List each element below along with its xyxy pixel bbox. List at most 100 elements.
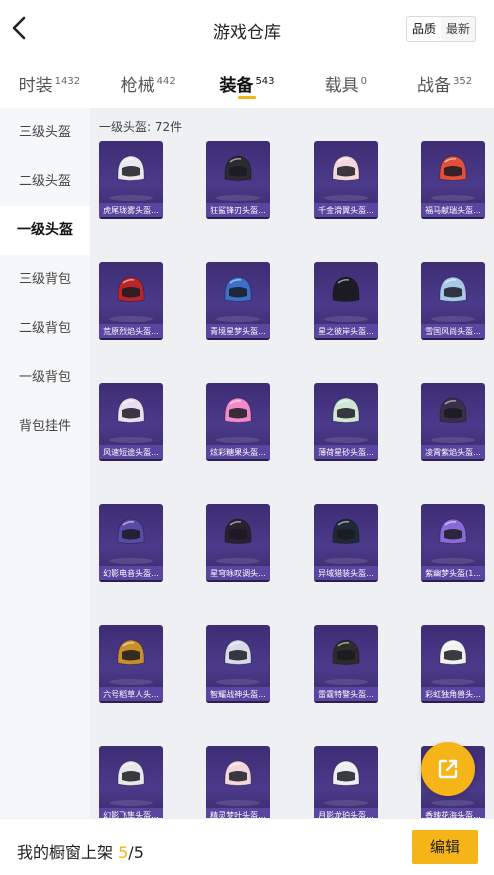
sidebar-item-2[interactable]: 一级头盔 — [0, 206, 90, 255]
display-stand — [109, 316, 153, 322]
helmet-icon — [439, 518, 467, 544]
helmet-icon — [224, 155, 252, 181]
helmet-name: 月影龙珀头盔... — [314, 808, 378, 818]
showcase-label: 我的橱窗上架 — [17, 843, 114, 862]
display-stand — [324, 800, 368, 806]
helmet-icon — [117, 760, 145, 786]
display-stand — [431, 195, 475, 201]
display-stand — [216, 679, 260, 685]
helmet-icon — [332, 639, 360, 665]
helmet-name: 幻影飞隼头盔... — [99, 808, 163, 818]
card-shade — [314, 338, 378, 340]
card-shade — [99, 701, 163, 703]
display-stand — [431, 437, 475, 443]
helmet-card[interactable]: 异域猎装头盔... — [314, 504, 378, 582]
helmet-card[interactable]: 福马献瑞头盔... — [421, 141, 485, 219]
helmet-card[interactable]: 精灵梦叶头盔... — [206, 746, 270, 818]
display-stand — [216, 800, 260, 806]
category-tabs: 时装 1432 枪械 442 装备 543 载具 0 战备 352 — [0, 58, 494, 108]
footer-bar: 我的橱窗上架 5/5 编辑 — [0, 818, 494, 875]
helmet-icon — [224, 397, 252, 423]
helmet-card[interactable]: 青境星梦头盔... — [206, 262, 270, 340]
helmet-card[interactable]: 紫幽梦头盔(1... — [421, 504, 485, 582]
card-shade — [206, 701, 270, 703]
helmet-icon — [117, 518, 145, 544]
helmet-card[interactable]: 风速短途头盔... — [99, 383, 163, 461]
helmet-icon — [117, 276, 145, 302]
tab-2[interactable]: 装备 543 — [198, 58, 297, 108]
helmet-card[interactable]: 狂鲨锋刃头盔... — [206, 141, 270, 219]
helmet-card[interactable]: 雷霆特警头盔... — [314, 625, 378, 703]
display-stand — [109, 800, 153, 806]
card-shade — [421, 459, 485, 461]
tab-count: 352 — [453, 76, 473, 88]
tab-0[interactable]: 时装 1432 — [0, 58, 99, 108]
sidebar-item-6[interactable]: 背包挂件 — [0, 402, 90, 451]
display-stand — [324, 316, 368, 322]
display-stand — [109, 195, 153, 201]
helmet-card[interactable]: 幻影电音头盔... — [99, 504, 163, 582]
card-shade — [421, 217, 485, 219]
helmet-icon — [332, 760, 360, 786]
helmet-icon — [439, 155, 467, 181]
helmet-card[interactable]: 炫彩糖果头盔... — [206, 383, 270, 461]
display-stand — [324, 195, 368, 201]
display-stand — [109, 558, 153, 564]
sort-option-newest[interactable]: 最新 — [441, 17, 475, 41]
tab-3[interactable]: 载具 0 — [296, 58, 395, 108]
tab-label: 载具 — [324, 76, 359, 96]
display-stand — [431, 679, 475, 685]
share-fab-button[interactable] — [421, 742, 475, 796]
helmet-icon — [224, 639, 252, 665]
tab-count: 0 — [360, 76, 367, 88]
helmet-icon — [439, 639, 467, 665]
tab-active-indicator — [237, 96, 256, 99]
edit-button[interactable]: 编辑 — [412, 830, 478, 864]
helmet-icon — [117, 155, 145, 181]
sort-toggle: 品质 最新 — [405, 16, 476, 42]
sidebar-item-1[interactable]: 二级头盔 — [0, 157, 90, 206]
helmet-card[interactable]: 凌霄紫焰头盔... — [421, 383, 485, 461]
helmet-name: 精灵梦叶头盔... — [206, 808, 270, 818]
helmet-icon — [332, 276, 360, 302]
tab-count: 1432 — [54, 76, 81, 88]
card-shade — [314, 217, 378, 219]
helmet-card[interactable]: 六号稻草人头... — [99, 625, 163, 703]
display-stand — [109, 679, 153, 685]
helmet-card[interactable]: 月影龙珀头盔... — [314, 746, 378, 818]
tab-1[interactable]: 枪械 442 — [99, 58, 198, 108]
sidebar-item-3[interactable]: 三级背包 — [0, 255, 90, 304]
showcase-total: /5 — [128, 843, 144, 862]
helmet-card[interactable]: 彩虹独角兽头... — [421, 625, 485, 703]
display-stand — [216, 195, 260, 201]
sort-option-quality[interactable]: 品质 — [406, 17, 441, 41]
sidebar-item-5[interactable]: 一级背包 — [0, 353, 90, 402]
card-shade — [314, 580, 378, 582]
helmet-card[interactable]: 星穹咏叹调头... — [206, 504, 270, 582]
card-shade — [314, 459, 378, 461]
card-shade — [421, 580, 485, 582]
helmet-card[interactable]: 幻影飞隼头盔... — [99, 746, 163, 818]
display-stand — [109, 437, 153, 443]
tab-4[interactable]: 战备 352 — [395, 58, 494, 108]
display-stand — [324, 679, 368, 685]
display-stand — [216, 558, 260, 564]
helmet-card[interactable]: 星之彼岸头盔... — [314, 262, 378, 340]
helmet-card[interactable]: 千金滑翼头盔... — [314, 141, 378, 219]
showcase-count: 5 — [118, 843, 129, 862]
sidebar-item-0[interactable]: 三级头盔 — [0, 108, 90, 157]
helmet-card[interactable]: 薄荷星砂头盔... — [314, 383, 378, 461]
sidebar-item-4[interactable]: 二级背包 — [0, 304, 90, 353]
card-shade — [206, 580, 270, 582]
helmet-card[interactable]: 雪国风尚头盔... — [421, 262, 485, 340]
helmet-card[interactable]: 荒原烈焰头盔... — [99, 262, 163, 340]
helmet-card[interactable]: 虎尾珑雾头盔... — [99, 141, 163, 219]
helmet-card[interactable]: 智耀战神头盔... — [206, 625, 270, 703]
helmet-icon — [332, 397, 360, 423]
showcase-status: 我的橱窗上架 5/5 — [17, 839, 144, 863]
card-shade — [421, 701, 485, 703]
card-shade — [99, 459, 163, 461]
sidebar: 三级头盔 二级头盔 一级头盔 三级背包 二级背包 一级背包 背包挂件 — [0, 108, 90, 818]
card-shade — [314, 701, 378, 703]
external-link-icon — [438, 759, 458, 779]
